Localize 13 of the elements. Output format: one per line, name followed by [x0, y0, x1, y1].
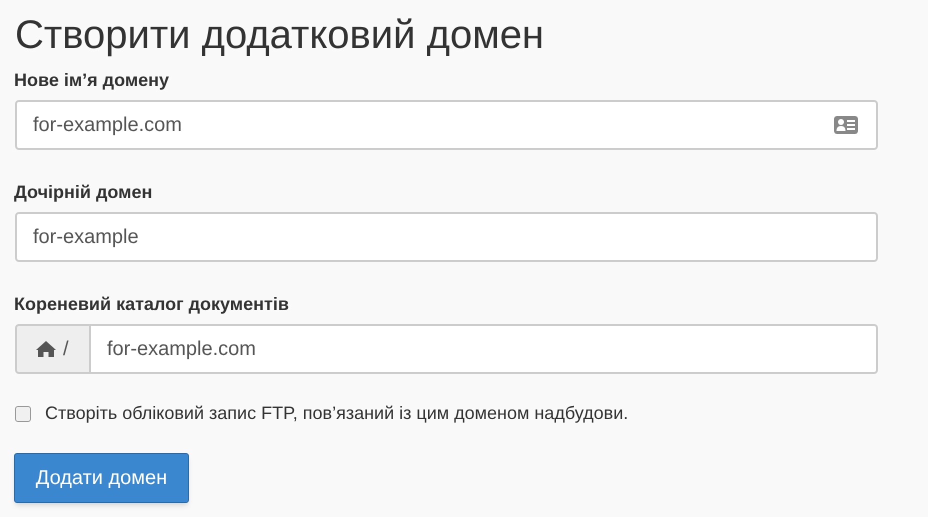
field-label: Кореневий каталог документів: [14, 293, 290, 316]
domain-input[interactable]: for-example.com: [15, 100, 878, 150]
home-icon: [35, 340, 57, 358]
checkbox-label: Створіть обліковий запис FTP, пов’язаний із цим доменом надбудови.: [45, 402, 628, 425]
document-root-input[interactable]: for-example.com: [91, 324, 878, 374]
field-label: Дочірній домен: [14, 181, 154, 204]
field-label: Нове ім’я домену: [14, 69, 170, 92]
path-separator: /: [63, 337, 69, 362]
page-title: Створити додатковий домен: [14, 12, 546, 59]
subdomain-input[interactable]: for-example: [15, 212, 878, 262]
ftp-checkbox[interactable]: [15, 406, 31, 422]
add-domain-button[interactable]: Додати домен: [14, 453, 189, 503]
id-card-icon: [834, 116, 858, 134]
